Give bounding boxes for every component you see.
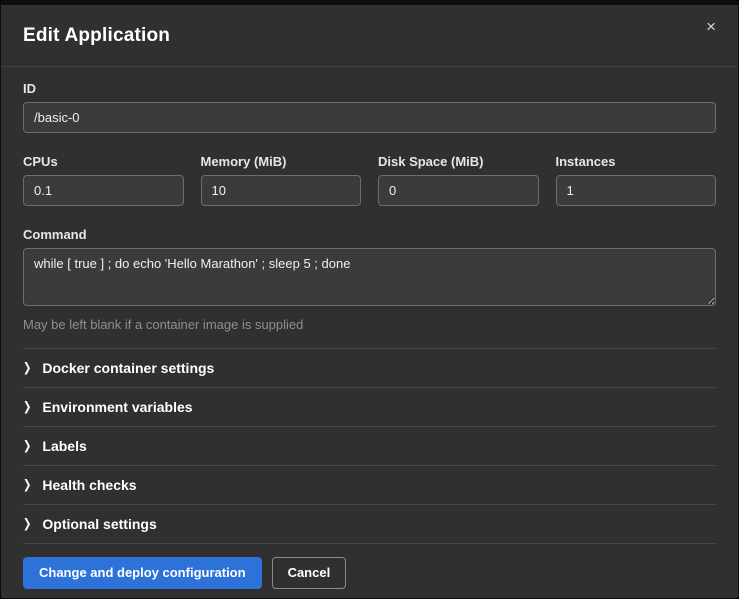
cpus-field-group: CPUs [23,154,184,206]
modal-header: Edit Application × [1,5,738,67]
cpus-label: CPUs [23,154,184,169]
cpus-input[interactable] [23,175,184,206]
modal-body: ID CPUs Memory (MiB) Disk Space (MiB) In… [1,67,738,544]
command-help-text: May be left blank if a container image i… [23,317,716,332]
command-label: Command [23,227,716,242]
resources-row: CPUs Memory (MiB) Disk Space (MiB) Insta… [23,154,716,206]
modal-title: Edit Application [23,25,170,47]
command-field-group: Command while [ true ] ; do echo 'Hello … [23,227,716,332]
cancel-button[interactable]: Cancel [272,557,347,589]
close-button[interactable]: × [700,14,722,39]
instances-input[interactable] [556,175,717,206]
section-labels[interactable]: ❯ Labels [23,426,716,465]
id-label: ID [23,81,716,96]
close-icon: × [706,17,716,36]
disk-field-group: Disk Space (MiB) [378,154,539,206]
instances-label: Instances [556,154,717,169]
section-label: Health checks [42,477,136,493]
id-field-group: ID [23,81,716,133]
chevron-right-icon: ❯ [23,439,31,453]
collapsible-sections: ❯ Docker container settings ❯ Environmen… [23,348,716,544]
edit-application-modal: Edit Application × ID CPUs Memory (MiB) … [0,0,739,599]
change-and-deploy-button[interactable]: Change and deploy configuration [23,557,262,589]
memory-label: Memory (MiB) [201,154,362,169]
modal-footer: Change and deploy configuration Cancel [1,544,738,599]
chevron-right-icon: ❯ [23,517,31,531]
section-label: Labels [42,438,86,454]
disk-input[interactable] [378,175,539,206]
command-textarea[interactable]: while [ true ] ; do echo 'Hello Marathon… [23,248,716,306]
memory-input[interactable] [201,175,362,206]
id-input[interactable] [23,102,716,133]
chevron-right-icon: ❯ [23,361,31,375]
section-label: Environment variables [42,399,192,415]
section-label: Optional settings [42,516,156,532]
section-optional-settings[interactable]: ❯ Optional settings [23,504,716,544]
disk-label: Disk Space (MiB) [378,154,539,169]
section-docker-container-settings[interactable]: ❯ Docker container settings [23,348,716,387]
section-health-checks[interactable]: ❯ Health checks [23,465,716,504]
instances-field-group: Instances [556,154,717,206]
section-label: Docker container settings [42,360,214,376]
memory-field-group: Memory (MiB) [201,154,362,206]
section-environment-variables[interactable]: ❯ Environment variables [23,387,716,426]
chevron-right-icon: ❯ [23,400,31,414]
chevron-right-icon: ❯ [23,478,31,492]
